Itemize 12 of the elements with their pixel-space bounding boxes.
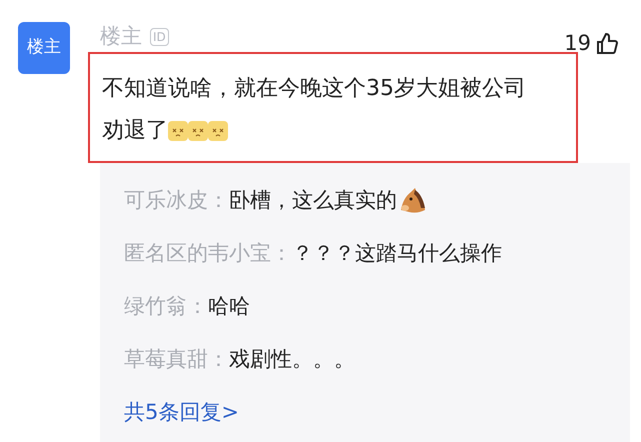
comment-text: 不知道说啥，就在今晚这个35岁大姐被公司劝退了 <box>88 52 578 163</box>
author-name: 楼主 <box>100 23 142 50</box>
id-badge: ID <box>150 28 169 46</box>
reply-text: 草莓真甜：戏剧性。。。 <box>124 346 356 373</box>
thumbs-up-icon[interactable] <box>595 32 619 56</box>
reply-text: 匿名区的韦小宝：？？？这踏马什么操作 <box>124 240 503 267</box>
emoji-face-icon <box>208 120 228 141</box>
reply-text: 绿竹翁：哈哈 <box>124 293 251 320</box>
avatar[interactable]: 楼主 <box>18 22 70 74</box>
reply-text: 可乐冰皮：卧槽，这么真实的 <box>124 181 630 219</box>
more-replies-link[interactable]: 共5条回复> <box>124 393 630 431</box>
emoji-face-icon <box>168 120 188 141</box>
